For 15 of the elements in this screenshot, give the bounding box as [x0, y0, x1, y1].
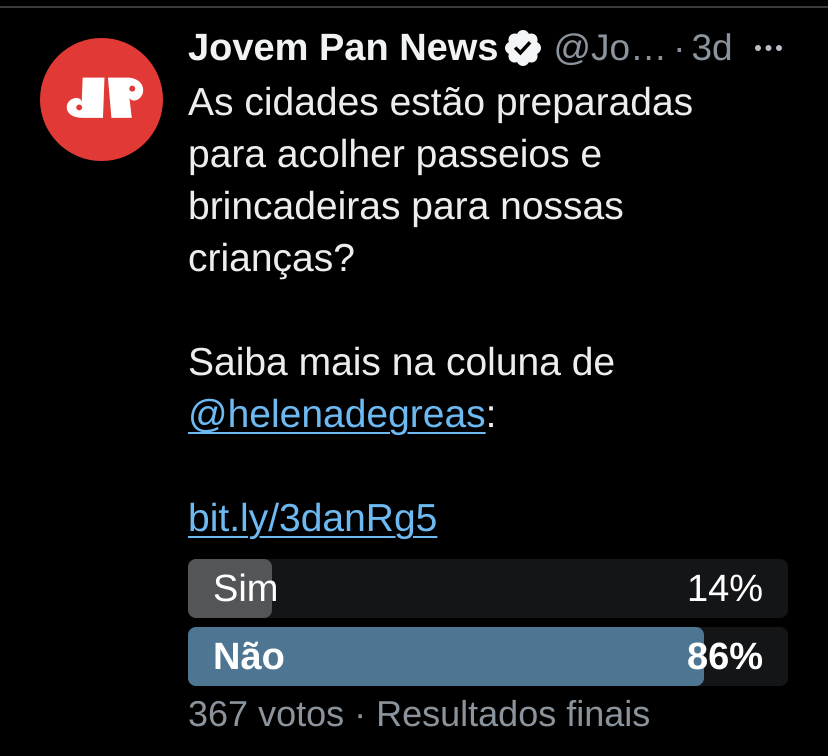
- mention-link[interactable]: @helenadegreas: [188, 393, 486, 436]
- poll-summary: 367 votos · Resultados finais: [188, 692, 652, 736]
- tweet-text: Saiba mais na coluna de @helenadegreas:: [188, 340, 616, 438]
- url-link[interactable]: bit.ly/3danRg5: [188, 497, 438, 540]
- poll-percentage: 86%: [686, 634, 763, 680]
- poll-option-label: Não: [213, 634, 285, 680]
- author-name[interactable]: Jovem Pan News: [188, 22, 498, 74]
- author-handle[interactable]: @Jo…: [553, 22, 668, 74]
- tweet-text: As cidades estão preparadas para acolher passeios e brincadeiras para nossas crianças?: [188, 80, 694, 282]
- poll-percentage: 14%: [686, 566, 763, 612]
- separator-dot: ·: [673, 26, 686, 70]
- poll-option-label: Sim: [213, 566, 278, 612]
- more-options-icon[interactable]: [755, 45, 782, 51]
- avatar-logo[interactable]: [40, 38, 163, 161]
- timestamp[interactable]: 3d: [691, 22, 733, 74]
